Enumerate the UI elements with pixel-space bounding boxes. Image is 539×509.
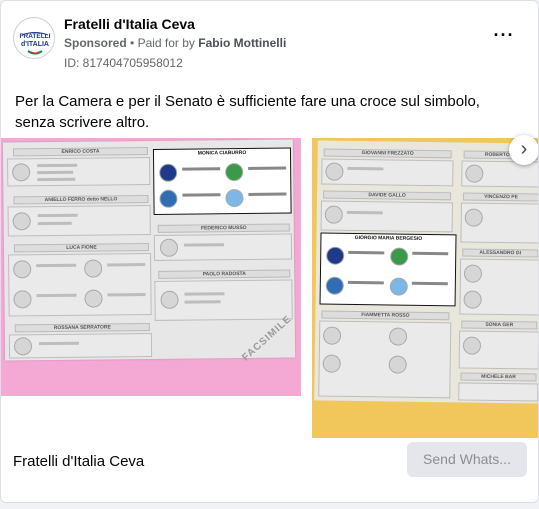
ballot-candidate-label: ENRICO COSTA — [12, 147, 149, 157]
ballot-line — [36, 263, 77, 268]
party-symbol-icon — [84, 289, 103, 308]
fratelli-ditalia-logo: FRATELLI d'ITALIA — [15, 19, 54, 58]
party-symbol-icon — [13, 260, 32, 279]
more-horizontal-icon: ··· — [493, 25, 515, 45]
sponsored-label: Sponsored — [64, 36, 127, 50]
page-name-link[interactable]: Fratelli d'Italia Ceva — [64, 16, 195, 32]
chevron-right-icon: › — [520, 138, 528, 160]
footer-page-name: Fratelli d'Italia Ceva — [13, 453, 145, 470]
more-options-button[interactable]: ··· — [492, 26, 516, 49]
carousel-slide-1[interactable]: ENRICO COSTA ANIELLO FERRO detto NELLO L… — [1, 138, 301, 396]
ballot-line — [38, 341, 79, 346]
party-symbol-icon — [465, 164, 484, 183]
ballot-line — [107, 293, 146, 297]
carousel-next-button[interactable]: › — [509, 135, 538, 165]
ballot-line — [347, 280, 384, 285]
party-symbol-icon — [12, 163, 31, 182]
image-carousel: ENRICO COSTA ANIELLO FERRO detto NELLO L… — [1, 138, 538, 438]
ballot-candidate-label: ANIELLO FERRO detto NELLO — [13, 195, 149, 205]
carousel-slide-2[interactable]: GIOVANNI FREZZATO DAVIDE GALLO GIORGIO M… — [312, 138, 538, 438]
paid-for-by-label: Paid for by — [137, 36, 195, 50]
ballot-candidate-label: DAVIDE GALLO — [323, 190, 452, 201]
ballot-highlight-block — [319, 232, 457, 307]
ballot-candidate-label: MICHELE BAR — [460, 372, 537, 382]
party-symbol-icon — [463, 264, 483, 283]
party-symbol-icon — [13, 290, 32, 309]
ballot-line — [412, 251, 449, 256]
fdi-symbol-icon — [326, 246, 345, 265]
ballot-line — [37, 163, 78, 168]
ad-post-card: FRATELLI d'ITALIA Fratelli d'Italia Ceva… — [0, 0, 539, 503]
sponsored-line: Sponsored • Paid for by Fabio Mottinelli — [64, 36, 286, 50]
fi-symbol-icon — [325, 276, 344, 295]
ballot-candidate-label: FEDERICO MUSSO — [157, 223, 290, 233]
noi-moderati-symbol-icon — [389, 277, 408, 296]
fi-symbol-icon — [159, 189, 178, 208]
page-avatar[interactable]: FRATELLI d'ITALIA — [13, 17, 55, 59]
party-symbol-icon — [13, 337, 33, 356]
party-symbol-icon — [325, 162, 344, 181]
post-body-text: Per la Camera e per il Senato è sufficie… — [15, 93, 480, 131]
party-symbol-icon — [388, 327, 408, 346]
ballot-line — [248, 192, 287, 196]
ballot-line — [37, 221, 72, 226]
ad-id: ID: 817404705958012 — [64, 56, 183, 70]
party-symbol-icon — [84, 259, 103, 278]
ballot-candidate-label: FIAMMETTA ROSSO — [321, 310, 450, 321]
ballot-line — [248, 166, 287, 170]
party-symbol-icon — [12, 212, 31, 231]
ballot-candidate-label: GIOVANNI FREZZATO — [323, 148, 452, 159]
separator-dot: • — [130, 36, 135, 50]
ballot-line — [347, 166, 384, 171]
svg-text:FRATELLI: FRATELLI — [20, 33, 51, 40]
ballot-line — [183, 243, 224, 247]
ballot-line — [37, 213, 78, 218]
party-symbol-icon — [160, 290, 179, 309]
ballot-line — [182, 167, 221, 171]
ballot-line — [411, 281, 448, 286]
ballot-image-senato: GIOVANNI FREZZATO DAVIDE GALLO GIORGIO M… — [314, 140, 538, 404]
fdi-symbol-icon — [159, 163, 178, 182]
ballot-candidate-label: LUCA FIONE — [13, 243, 150, 253]
ballot-candidate-label: SONIA GER — [461, 320, 538, 330]
ballot-candidate-label: ROSSANA SERRATORE — [14, 322, 150, 333]
ballot-image-camera: ENRICO COSTA ANIELLO FERRO detto NELLO L… — [2, 139, 296, 361]
payer-name: Fabio Mottinelli — [198, 36, 287, 50]
party-symbol-icon — [159, 238, 179, 257]
ballot-line — [37, 170, 74, 175]
lega-symbol-icon — [225, 163, 244, 182]
ballot-candidate-label: PAOLO RADOSTA — [158, 269, 291, 279]
ballot-line — [36, 293, 77, 298]
noi-moderati-symbol-icon — [225, 189, 244, 208]
svg-text:d'ITALIA: d'ITALIA — [21, 41, 49, 48]
ballot-line — [184, 300, 221, 304]
party-symbol-icon — [464, 208, 483, 227]
ballot-block — [458, 382, 538, 402]
ballot-line — [346, 210, 383, 215]
send-whatsapp-button[interactable]: Send Whats... — [407, 442, 527, 477]
ballot-line — [37, 177, 76, 182]
ballot-line — [107, 263, 146, 267]
post-header: FRATELLI d'ITALIA Fratelli d'Italia Ceva… — [13, 11, 526, 71]
ballot-line — [184, 292, 225, 296]
ballot-line — [182, 193, 221, 197]
ballot-candidate-label: VINCENZO PE — [463, 192, 538, 202]
party-symbol-icon — [388, 355, 407, 374]
ballot-line — [348, 250, 385, 255]
ballot-candidate-label: ALESSANDRO GI — [462, 248, 538, 258]
